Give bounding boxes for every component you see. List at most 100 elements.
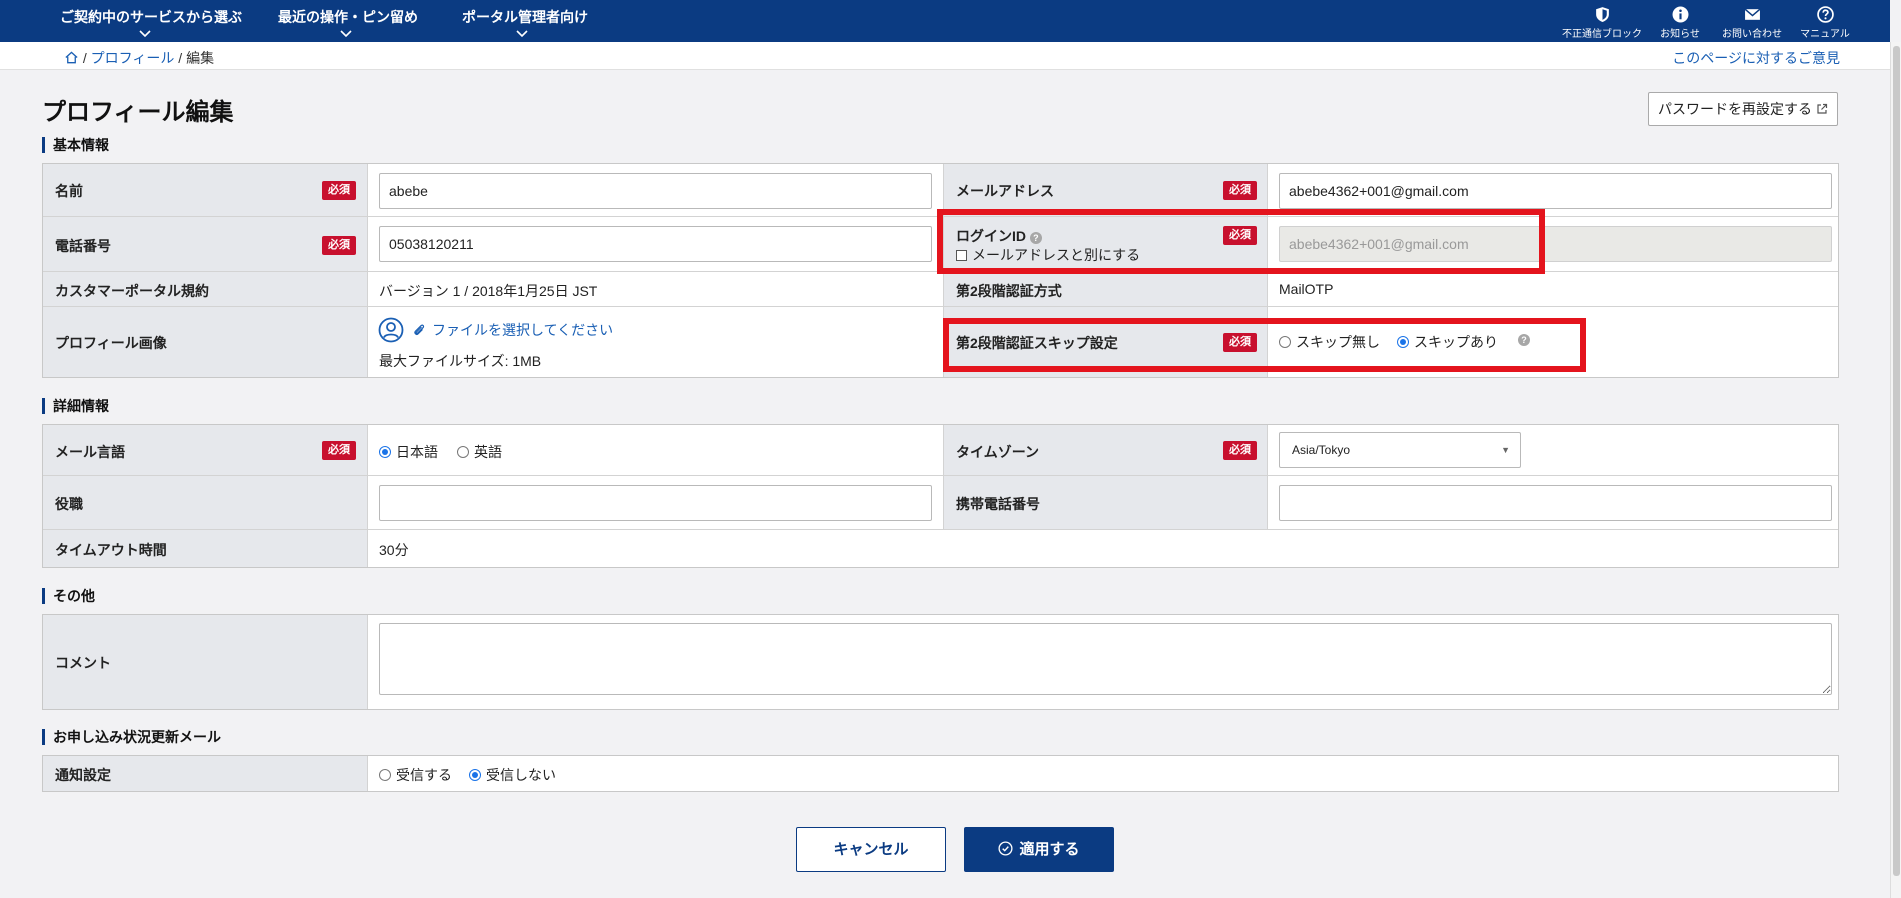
mail-icon	[1744, 8, 1760, 20]
radio-button[interactable]	[379, 769, 391, 781]
mobile-label-cell: 携帯電話番号	[943, 476, 1268, 529]
loginid-label: ログインID	[956, 228, 1026, 244]
feedback-link[interactable]: このページに対するご意見	[1672, 48, 1840, 68]
chevron-down-icon	[516, 30, 528, 38]
notify-label: 通知設定	[55, 767, 111, 783]
timezone-select[interactable]: Asia/Tokyo ▼	[1279, 432, 1521, 468]
radio-button-selected[interactable]	[469, 769, 481, 781]
required-badge: 必須	[322, 236, 356, 255]
mail-lang-option-en[interactable]: 英語	[457, 442, 502, 462]
nav-menu-recent[interactable]: 最近の操作・ピン留め	[278, 0, 418, 42]
notify-receive-label: 受信する	[396, 767, 452, 783]
comment-label-cell: コメント	[43, 615, 368, 709]
reset-password-button[interactable]: パスワードを再設定する	[1648, 92, 1838, 126]
mail-lang-label-cell: メール言語 必須	[43, 425, 368, 475]
dropdown-arrow-icon: ▼	[1501, 445, 1510, 455]
timezone-value: Asia/Tokyo	[1292, 443, 1351, 457]
reset-password-label: パスワードを再設定する	[1658, 101, 1812, 117]
nav-menu-label: ご契約中のサービスから選ぶ	[60, 9, 242, 25]
nav-manual[interactable]: マニュアル	[1796, 0, 1854, 42]
other-form: コメント	[42, 614, 1839, 710]
timeout-value: 30分	[379, 542, 409, 558]
nav-menu-services[interactable]: ご契約中のサービスから選ぶ	[60, 0, 242, 42]
name-label: 名前	[55, 183, 83, 199]
phone-label: 電話番号	[55, 238, 111, 254]
mail-lang-option-ja[interactable]: 日本語	[379, 442, 438, 462]
notify-option-no-receive[interactable]: 受信しない	[469, 765, 556, 785]
nav-contact[interactable]: お問い合わせ	[1718, 0, 1786, 42]
mail-lang-label: メール言語	[55, 444, 125, 460]
loginid-separate-checkbox[interactable]	[956, 250, 967, 261]
radio-button-selected[interactable]	[1397, 336, 1409, 348]
notify-no-receive-label: 受信しない	[486, 767, 556, 783]
apply-button[interactable]: 適用する	[964, 827, 1114, 872]
nav-notices[interactable]: お知らせ	[1656, 0, 1704, 42]
terms-label: カスタマーポータル規約	[55, 283, 209, 299]
avatar-icon	[378, 317, 404, 343]
nav-menu-label: ポータル管理者向け	[462, 9, 588, 25]
section-detail-info: 詳細情報	[42, 398, 109, 414]
loginid-separate-option[interactable]: メールアドレスと別にする	[956, 245, 1140, 265]
scrollbar[interactable]	[1890, 42, 1901, 898]
loginid-input	[1279, 226, 1832, 262]
radio-button[interactable]	[457, 446, 469, 458]
comment-label: コメント	[55, 655, 111, 671]
page-title: プロフィール編集	[42, 99, 234, 126]
skip-label: 第2段階認証スキップ設定	[956, 335, 1118, 351]
email-label: メールアドレス	[956, 183, 1054, 199]
comment-textarea[interactable]	[379, 623, 1832, 695]
breadcrumb-separator: /	[82, 50, 87, 66]
nav-blocked-traffic[interactable]: 不正通信ブロック	[1560, 0, 1644, 42]
required-badge: 必須	[1223, 441, 1257, 460]
skip-option-none-label: スキップ無し	[1296, 334, 1380, 350]
home-icon[interactable]	[64, 50, 79, 65]
breadcrumb: / プロフィール / 編集	[64, 48, 214, 68]
shield-icon	[1595, 7, 1609, 22]
twofa-label: 第2段階認証方式	[956, 283, 1062, 299]
nav-icon-label: お知らせ	[1660, 29, 1700, 40]
nav-menu-admin[interactable]: ポータル管理者向け	[462, 0, 588, 42]
email-input[interactable]	[1279, 173, 1832, 209]
name-label-cell: 名前 必須	[43, 164, 368, 216]
mobile-input[interactable]	[1279, 485, 1832, 521]
skip-option-none[interactable]: スキップ無し	[1279, 332, 1380, 352]
position-label: 役職	[55, 496, 83, 512]
radio-button-selected[interactable]	[379, 446, 391, 458]
position-label-cell: 役職	[43, 476, 368, 529]
section-other: その他	[42, 588, 95, 604]
section-mail-notification: お申し込み状況更新メール	[42, 729, 221, 745]
question-icon	[1816, 6, 1834, 23]
position-input[interactable]	[379, 485, 932, 521]
basic-info-form: 名前 必須 メールアドレス 必須 電話番号 必須 ログインID ? 必須 メール…	[42, 163, 1839, 378]
help-icon[interactable]: ?	[1518, 334, 1530, 346]
nav-icon-label: 不正通信ブロック	[1562, 29, 1642, 40]
info-icon	[1672, 6, 1688, 23]
breadcrumb-separator: /	[178, 50, 183, 66]
file-select-link[interactable]: ファイルを選択してください	[412, 320, 613, 340]
skip-option-skip[interactable]: スキップあり	[1397, 332, 1498, 352]
mail-notification-form: 通知設定 受信する 受信しない	[42, 755, 1839, 792]
radio-button[interactable]	[1279, 336, 1291, 348]
skip-option-skip-label: スキップあり	[1414, 334, 1498, 350]
email-label-cell: メールアドレス 必須	[943, 164, 1268, 216]
timezone-label-cell: タイムゾーン 必須	[943, 425, 1268, 475]
paperclip-icon	[414, 324, 425, 335]
mobile-label: 携帯電話番号	[956, 496, 1040, 512]
form-row: 名前 必須 メールアドレス 必須	[43, 164, 1838, 217]
twofa-value: MailOTP	[1279, 281, 1334, 297]
mail-lang-en-label: 英語	[474, 444, 502, 460]
scrollbar-thumb[interactable]	[1893, 46, 1900, 876]
top-nav: ご契約中のサービスから選ぶ 最近の操作・ピン留め ポータル管理者向け 不正通信ブ…	[0, 0, 1890, 42]
notify-option-receive[interactable]: 受信する	[379, 765, 452, 785]
mail-lang-ja-label: 日本語	[396, 444, 438, 460]
help-icon[interactable]: ?	[1029, 232, 1042, 244]
phone-input[interactable]	[379, 226, 932, 262]
required-badge: 必須	[322, 441, 356, 460]
cancel-button[interactable]: キャンセル	[796, 827, 946, 872]
name-input[interactable]	[379, 173, 932, 209]
file-select-label: ファイルを選択してください	[432, 322, 614, 338]
nav-icon-label: お問い合わせ	[1722, 29, 1782, 40]
nav-icon-label: マニュアル	[1800, 29, 1850, 40]
external-link-icon	[1817, 103, 1828, 114]
breadcrumb-profile-link[interactable]: プロフィール	[91, 50, 175, 66]
